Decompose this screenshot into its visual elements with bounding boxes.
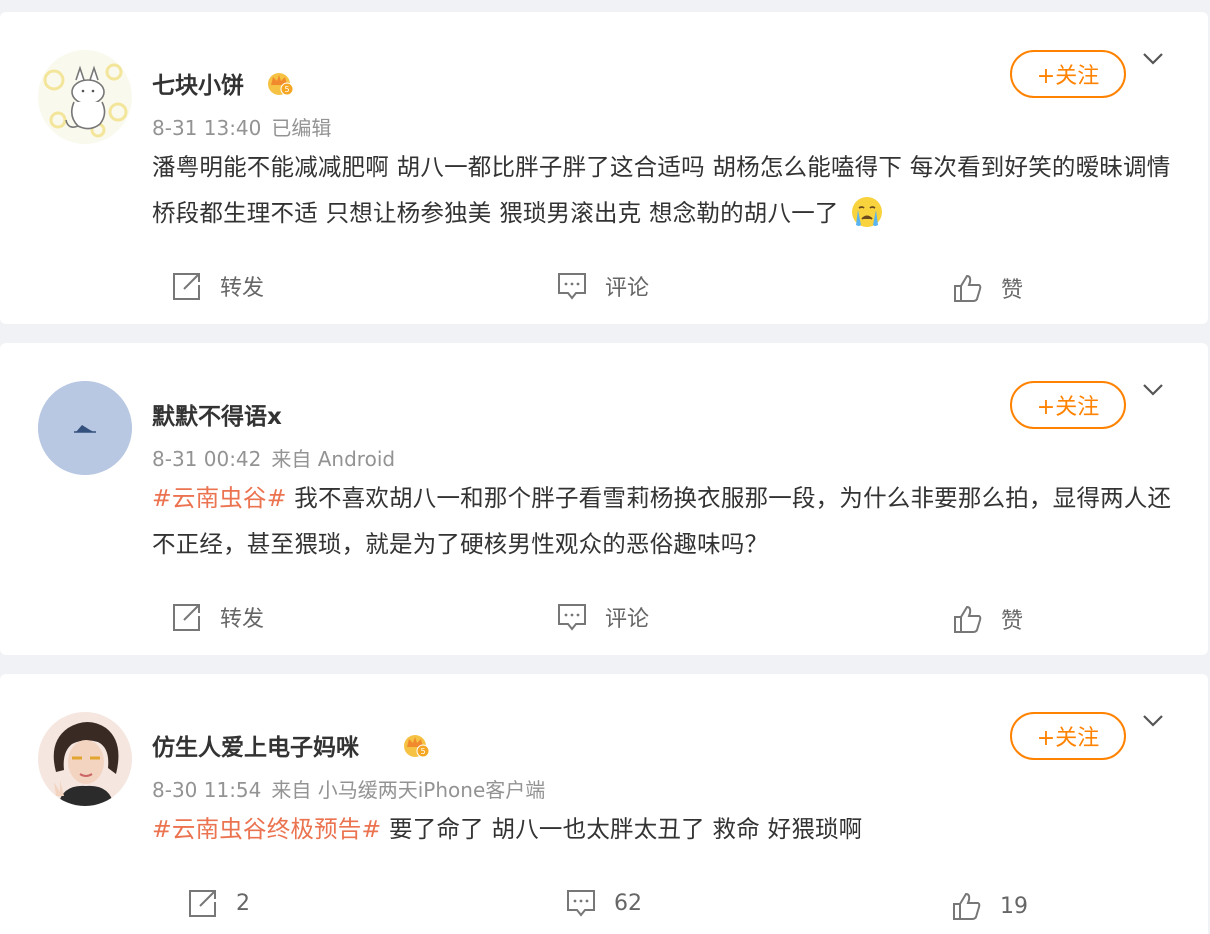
repost-label: 转发 (220, 276, 265, 301)
follow-button[interactable]: +关注 (1010, 712, 1126, 760)
username[interactable]: 默默不得语x (152, 397, 282, 431)
comment-icon (567, 890, 595, 917)
thumbs-up-icon (954, 605, 982, 633)
post-meta: 8-31 00:42 来自 Android (152, 443, 395, 472)
topic-link[interactable]: #云南虫谷终极预告# (152, 815, 381, 843)
post-text: 潘粤明能不能减减肥啊 胡八一都比胖子胖了这合适吗 胡杨怎么能嗑得下 每次看到好笑… (152, 144, 1182, 236)
chevron-down-icon[interactable] (1141, 712, 1165, 730)
post-time[interactable]: 8-30 11:54 (152, 778, 261, 802)
username[interactable]: 七块小饼 (152, 66, 244, 100)
post-card: 默默不得语x 8-31 00:42 来自 Android #云南虫谷# 我不喜欢胡… (0, 343, 1208, 655)
comment-label: 评论 (605, 276, 650, 301)
thumbs-up-icon (954, 274, 982, 302)
avatar[interactable] (38, 712, 132, 806)
repost-icon (173, 604, 200, 631)
post-card: 七块小饼 5 8-31 13:40 已编辑 潘粤明能不能减减肥啊 胡八一都比胖子胖… (0, 12, 1208, 324)
post-meta: 8-30 11:54 来自 小马缓两天iPhone客户端 (152, 774, 545, 803)
svg-text:5: 5 (284, 85, 289, 94)
comment-label: 评论 (605, 607, 650, 632)
post-card: 仿生人爱上电子妈咪 5 8-30 11:54 来自 小马缓两天iPhone客户端 … (0, 674, 1208, 934)
like-label: 赞 (1001, 278, 1024, 303)
like-button[interactable]: 赞 (953, 603, 1023, 635)
comment-count: 62 (614, 890, 642, 916)
comment-icon (558, 604, 586, 631)
thumbs-up-icon (953, 892, 981, 920)
chevron-down-icon[interactable] (1141, 50, 1165, 68)
repost-icon (189, 890, 216, 917)
svg-text:5: 5 (420, 747, 425, 756)
repost-count: 2 (236, 890, 250, 916)
like-button[interactable]: 赞 (953, 272, 1023, 304)
repost-icon (173, 273, 200, 300)
post-body: 潘粤明能不能减减肥啊 胡八一都比胖子胖了这合适吗 胡杨怎么能嗑得下 每次看到好笑… (152, 153, 1171, 227)
crying-face-icon (852, 197, 883, 227)
avatar[interactable] (38, 381, 132, 475)
post-time[interactable]: 8-31 13:40 (152, 116, 261, 140)
crown-badge-icon: 5 (404, 735, 430, 758)
comment-button[interactable]: 评论 (557, 270, 649, 302)
post-meta: 8-31 13:40 已编辑 (152, 112, 331, 141)
comment-icon (558, 273, 586, 300)
like-label: 赞 (1001, 609, 1024, 634)
like-count: 19 (1000, 893, 1028, 919)
like-button[interactable]: 19 (952, 891, 1028, 921)
post-source: 已编辑 (271, 116, 332, 140)
repost-button[interactable]: 转发 (172, 270, 264, 302)
post-body: 要了命了 胡八一也太胖太丑了 救命 好猥琐啊 (381, 815, 863, 843)
repost-button[interactable]: 2 (188, 888, 250, 918)
post-text: #云南虫谷# 我不喜欢胡八一和那个胖子看雪莉杨换衣服那一段，为什么非要那么拍，显… (152, 475, 1182, 567)
post-source: 来自 小马缓两天iPhone客户端 (271, 778, 546, 802)
post-time[interactable]: 8-31 00:42 (152, 447, 261, 471)
avatar[interactable] (38, 50, 132, 144)
post-source: 来自 Android (271, 447, 396, 471)
follow-button[interactable]: +关注 (1010, 50, 1126, 98)
repost-label: 转发 (220, 607, 265, 632)
post-text: #云南虫谷终极预告# 要了命了 胡八一也太胖太丑了 救命 好猥琐啊 (152, 806, 1182, 852)
crown-badge-icon: 5 (268, 73, 294, 96)
comment-button[interactable]: 62 (566, 888, 642, 918)
username[interactable]: 仿生人爱上电子妈咪 (152, 728, 359, 762)
repost-button[interactable]: 转发 (172, 601, 264, 633)
topic-link[interactable]: #云南虫谷# (152, 484, 287, 512)
post-body: 我不喜欢胡八一和那个胖子看雪莉杨换衣服那一段，为什么非要那么拍，显得两人还不正经… (152, 484, 1172, 558)
follow-button[interactable]: +关注 (1010, 381, 1126, 429)
comment-button[interactable]: 评论 (557, 601, 649, 633)
chevron-down-icon[interactable] (1141, 381, 1165, 399)
